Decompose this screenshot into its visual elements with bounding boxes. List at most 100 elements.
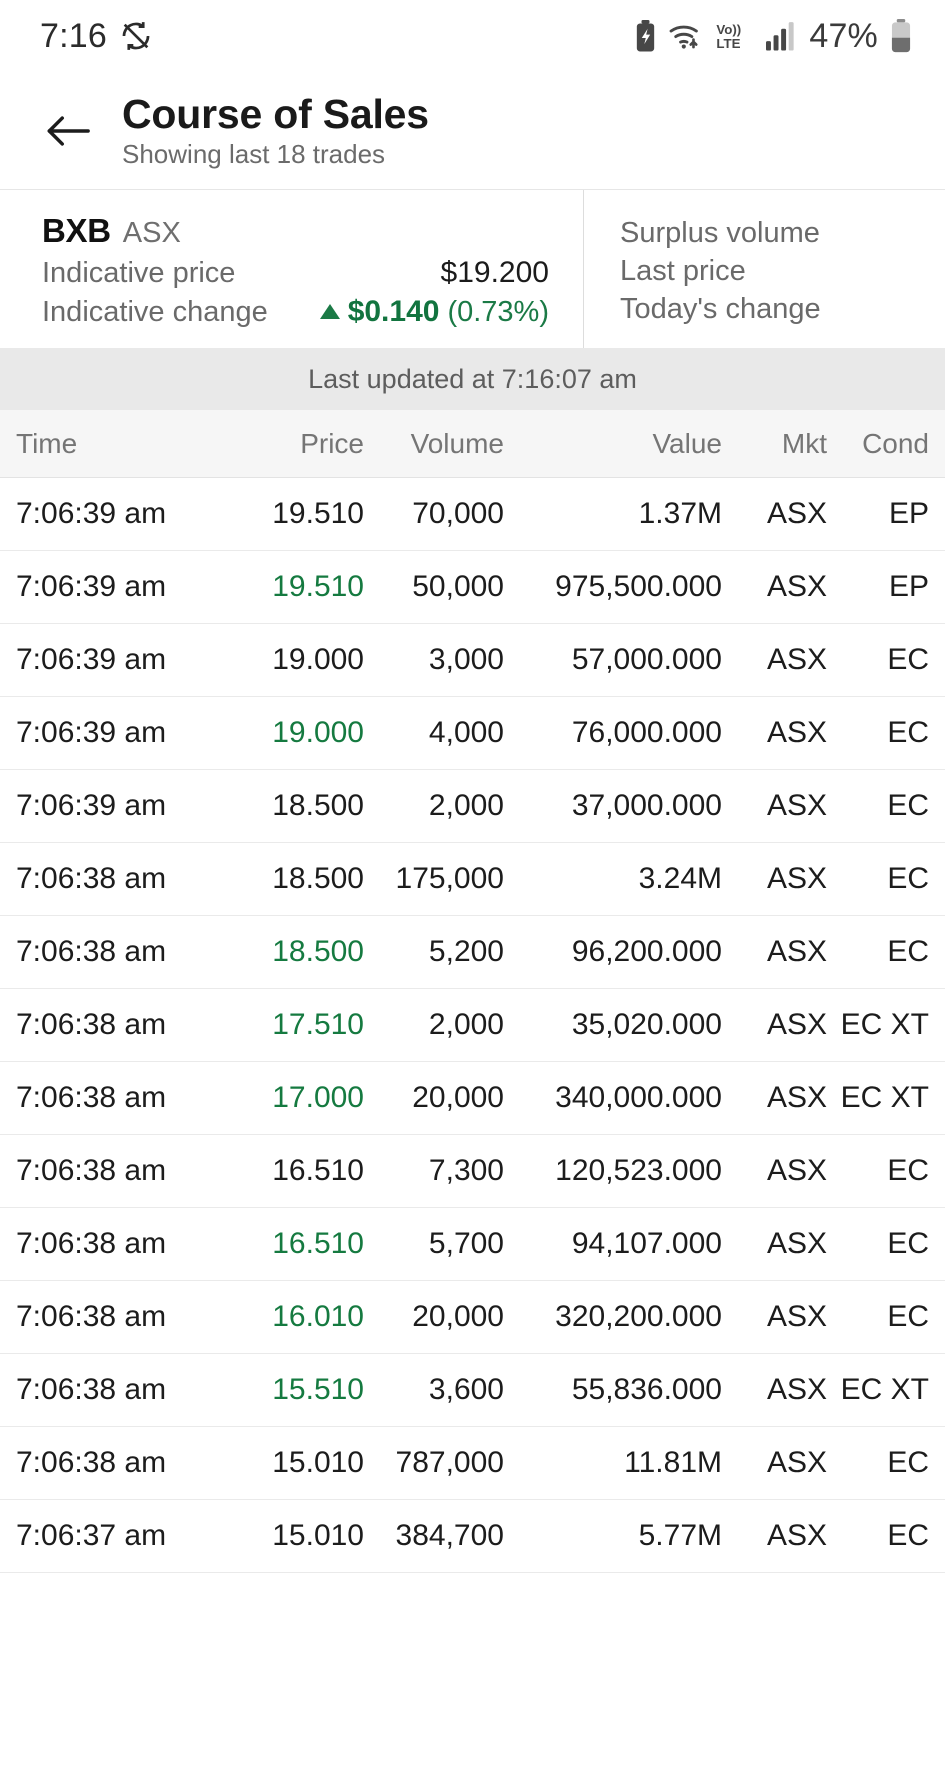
trade-market: ASX (722, 1081, 827, 1115)
trade-market: ASX (722, 570, 827, 604)
status-bar-left: 7:16 (40, 17, 153, 56)
trade-market: ASX (722, 862, 827, 896)
table-row[interactable]: 7:06:38 am16.5105,70094,107.000ASXEC (0, 1208, 945, 1281)
trade-condition: EC XT (827, 1373, 945, 1407)
trade-condition: EC (827, 1300, 945, 1334)
trade-value: 94,107.000 (504, 1227, 722, 1261)
table-row[interactable]: 7:06:39 am18.5002,00037,000.000ASXEC (0, 770, 945, 843)
trade-time: 7:06:38 am (0, 1373, 232, 1407)
status-bar-right: Vo)) LTE 47% (634, 17, 913, 56)
indicative-change-label: Indicative change (42, 296, 268, 329)
table-row[interactable]: 7:06:38 am17.00020,000340,000.000ASXEC X… (0, 1062, 945, 1135)
trade-price: 19.510 (232, 570, 364, 604)
trade-condition: EC XT (827, 1081, 945, 1115)
column-header-mkt[interactable]: Mkt (722, 428, 827, 460)
trade-condition: EC (827, 1519, 945, 1553)
battery-icon (889, 19, 913, 53)
last-price-row: Last price (620, 255, 945, 288)
trade-value: 96,200.000 (504, 935, 722, 969)
trade-value: 320,200.000 (504, 1300, 722, 1334)
trade-market: ASX (722, 1446, 827, 1480)
trade-condition: EC (827, 935, 945, 969)
table-row[interactable]: 7:06:39 am19.0004,00076,000.000ASXEC (0, 697, 945, 770)
trade-price: 19.000 (232, 643, 364, 677)
trade-price: 15.010 (232, 1446, 364, 1480)
triangle-up-icon (320, 304, 340, 319)
table-row[interactable]: 7:06:37 am15.010384,7005.77MASXEC (0, 1500, 945, 1573)
page-title: Course of Sales (122, 92, 429, 136)
column-header-cond[interactable]: Cond (827, 428, 945, 460)
table-row[interactable]: 7:06:38 am18.5005,20096,200.000ASXEC (0, 916, 945, 989)
column-header-volume[interactable]: Volume (364, 428, 504, 460)
trade-volume: 20,000 (364, 1081, 504, 1115)
trade-time: 7:06:38 am (0, 1081, 232, 1115)
trade-time: 7:06:39 am (0, 643, 232, 677)
trade-time: 7:06:38 am (0, 1008, 232, 1042)
trade-market: ASX (722, 1373, 827, 1407)
table-row[interactable]: 7:06:39 am19.51070,0001.37MASXEP (0, 478, 945, 551)
trade-time: 7:06:38 am (0, 1227, 232, 1261)
summary-pane-indicative: BXB ASX Indicative price $19.200 Indicat… (0, 190, 583, 348)
security-exchange: ASX (123, 217, 181, 250)
trade-time: 7:06:39 am (0, 570, 232, 604)
table-row[interactable]: 7:06:39 am19.51050,000975,500.000ASXEP (0, 551, 945, 624)
summary-pane-market: Surplus volume Last price Today's change (583, 190, 945, 348)
trade-price: 18.500 (232, 935, 364, 969)
table-row[interactable]: 7:06:38 am16.01020,000320,200.000ASXEC (0, 1281, 945, 1354)
table-row[interactable]: 7:06:39 am19.0003,00057,000.000ASXEC (0, 624, 945, 697)
indicative-price-row: Indicative price $19.200 (42, 256, 549, 290)
trade-time: 7:06:39 am (0, 497, 232, 531)
security-summary: BXB ASX Indicative price $19.200 Indicat… (0, 190, 945, 348)
trade-condition: EC (827, 643, 945, 677)
last-updated-bar: Last updated at 7:16:07 am (0, 348, 945, 410)
trade-value: 3.24M (504, 862, 722, 896)
column-header-value[interactable]: Value (504, 428, 722, 460)
security-identity: BXB ASX (42, 212, 549, 250)
todays-change-row: Today's change (620, 293, 945, 326)
table-row[interactable]: 7:06:38 am17.5102,00035,020.000ASXEC XT (0, 989, 945, 1062)
app-bar: Course of Sales Showing last 18 trades (0, 72, 945, 190)
trade-volume: 20,000 (364, 1300, 504, 1334)
trade-volume: 50,000 (364, 570, 504, 604)
trade-value: 76,000.000 (504, 716, 722, 750)
table-row[interactable]: 7:06:38 am16.5107,300120,523.000ASXEC (0, 1135, 945, 1208)
trade-volume: 2,000 (364, 789, 504, 823)
table-row[interactable]: 7:06:38 am15.010787,00011.81MASXEC (0, 1427, 945, 1500)
table-row[interactable]: 7:06:38 am15.5103,60055,836.000ASXEC XT (0, 1354, 945, 1427)
column-header-time[interactable]: Time (0, 428, 232, 460)
trade-market: ASX (722, 716, 827, 750)
trade-condition: EC (827, 1227, 945, 1261)
trade-value: 340,000.000 (504, 1081, 722, 1115)
table-row[interactable]: 7:06:38 am18.500175,0003.24MASXEC (0, 843, 945, 916)
trade-time: 7:06:38 am (0, 1300, 232, 1334)
trade-time: 7:06:37 am (0, 1519, 232, 1553)
column-header-price[interactable]: Price (232, 428, 364, 460)
trade-volume: 175,000 (364, 862, 504, 896)
trade-condition: EC (827, 716, 945, 750)
wifi-icon (668, 20, 704, 52)
trade-condition: EC (827, 789, 945, 823)
alarm-sync-icon (119, 19, 153, 53)
app-bar-titles: Course of Sales Showing last 18 trades (122, 92, 429, 169)
battery-saver-icon (634, 20, 657, 52)
trade-price: 17.510 (232, 1008, 364, 1042)
trade-market: ASX (722, 643, 827, 677)
back-button[interactable] (30, 93, 106, 169)
trade-market: ASX (722, 935, 827, 969)
trade-market: ASX (722, 1008, 827, 1042)
security-code: BXB (42, 212, 111, 250)
trade-time: 7:06:38 am (0, 935, 232, 969)
indicative-change-amount: $0.140 (348, 295, 440, 329)
indicative-price-label: Indicative price (42, 257, 235, 290)
trade-condition: EP (827, 497, 945, 531)
trade-condition: EC (827, 1154, 945, 1188)
trade-market: ASX (722, 789, 827, 823)
trade-value: 57,000.000 (504, 643, 722, 677)
trade-market: ASX (722, 497, 827, 531)
trade-time: 7:06:38 am (0, 1154, 232, 1188)
trade-condition: EC XT (827, 1008, 945, 1042)
trade-volume: 7,300 (364, 1154, 504, 1188)
trade-price: 18.500 (232, 789, 364, 823)
trade-volume: 5,200 (364, 935, 504, 969)
indicative-change-row: Indicative change $0.140 (0.73%) (42, 295, 549, 329)
